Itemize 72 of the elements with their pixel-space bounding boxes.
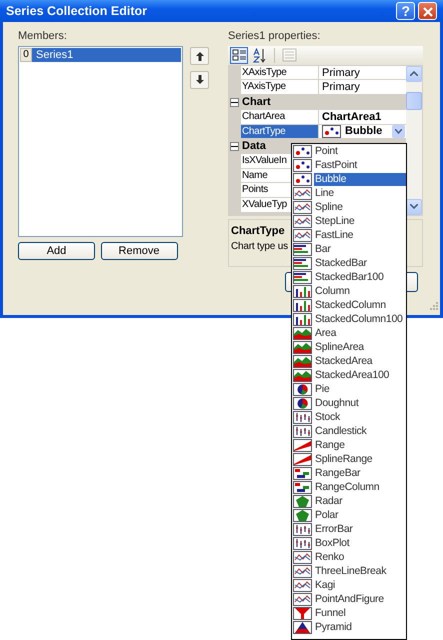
resize-grip-icon [429,300,439,311]
dropdown-item[interactable]: Column [314,284,406,298]
dropdown-item[interactable]: Kagi [314,578,406,592]
add-button[interactable]: Add [18,242,95,260]
dropdown-item[interactable]: SplineArea [314,340,406,354]
property-name[interactable]: ChartType [241,124,319,140]
property-value[interactable]: ChartArea1 [319,110,406,124]
sort-alphabetical-icon [252,48,268,63]
property-pages-icon [282,48,296,63]
chevron-up-icon [410,71,418,76]
properties-label: Series1 properties: [228,30,322,43]
dropdown-item[interactable]: ThreeLineBreak [314,564,406,578]
dropdown-item[interactable]: Stock [314,410,406,424]
dropdown-item[interactable]: RangeColumn [314,480,406,494]
dropdown-item[interactable]: StackedBar100 [314,270,406,284]
dropdown-item[interactable]: StackedBar [314,256,406,270]
description-text: Chart type us [231,240,288,254]
dropdown-item[interactable]: SplineRange [314,452,406,466]
members-label: Members: [18,30,68,43]
dropdown-item[interactable]: PointAndFigure [314,592,406,606]
category-label: Chart [242,95,271,110]
close-button[interactable] [418,2,437,20]
scrollbar[interactable] [406,66,422,215]
down-arrow-icon [196,75,204,84]
property-name[interactable]: ChartArea [241,110,319,124]
dropdown-item[interactable]: StackedArea100 [314,368,406,382]
dropdown-item[interactable]: StackedColumn100 [314,312,406,326]
dropdown-item[interactable]: Range [314,438,406,452]
members-list[interactable]: 0 Series1 [18,46,183,237]
move-down-button[interactable] [190,70,209,89]
scroll-thumb[interactable] [406,92,422,110]
categorized-icon-button[interactable] [230,46,248,64]
dropdown-item[interactable]: StackedArea [314,354,406,368]
dropdown-item[interactable]: Area [314,326,406,340]
dropdown-item[interactable]: RangeBar [314,466,406,480]
dropdown-item[interactable]: Doughnut [314,396,406,410]
property-value[interactable]: Primary [319,80,406,96]
property-name[interactable]: YAxisType [241,80,319,96]
chevron-down-icon [395,128,402,134]
dropdown-item[interactable]: StepLine [314,214,406,228]
dropdown-item[interactable]: Pyramid [314,620,406,634]
dropdown-item[interactable]: Bar [314,242,406,256]
collapse-toggle[interactable] [230,98,239,107]
scatter-chart-icon [322,124,341,138]
window-title: Series Collection Editor [6,2,148,20]
dropdown-item[interactable]: Bubble [314,172,406,186]
remove-button[interactable]: Remove [100,242,178,260]
dropdown-item[interactable]: Polar [314,508,406,522]
property-value[interactable]: Primary [319,66,406,80]
dropdown-item[interactable]: Pie [314,382,406,396]
dropdown-item[interactable]: FastLine [314,228,406,242]
dropdown-item[interactable]: Candlestick [314,424,406,438]
index-cell: 0 [20,48,32,62]
close-icon [422,6,432,17]
property-name[interactable]: XAxisType [241,66,319,80]
categorized-icon [232,48,246,63]
category-row[interactable]: Chart [229,95,406,110]
property-value[interactable]: Bubble [319,124,406,140]
category-label: Data [242,139,266,154]
list-item[interactable]: Series1 [32,48,181,62]
dropdown-item[interactable]: Radar [314,494,406,508]
up-arrow-icon [196,52,204,60]
chevron-down-icon [410,204,418,210]
dropdown-item[interactable]: Renko [314,550,406,564]
collapse-toggle[interactable] [230,142,239,152]
move-up-button[interactable] [190,47,209,65]
dropdown-item[interactable]: ErrorBar [314,522,406,536]
dropdown-button[interactable] [392,124,405,138]
description-title: ChartType [231,224,285,239]
dropdown-item[interactable]: Funnel [314,606,406,620]
dropdown-item[interactable]: StackedColumn [314,298,406,312]
dropdown-item[interactable]: BoxPlot [314,536,406,550]
